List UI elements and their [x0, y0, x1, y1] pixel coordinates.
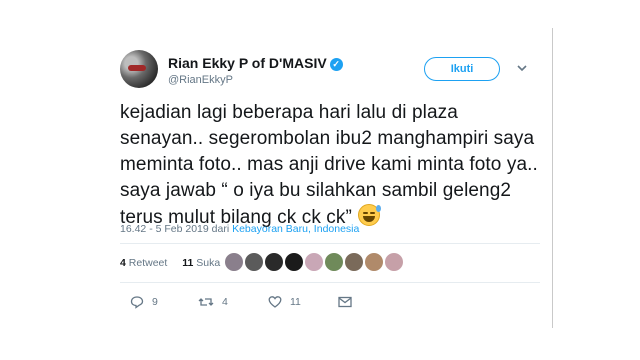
liker-avatar-8[interactable]: [364, 252, 384, 272]
author-name[interactable]: Rian Ekky P of D'MASIV: [168, 55, 327, 71]
divider: [120, 243, 540, 244]
tweet-actions: 9 4 11: [120, 292, 540, 312]
tweet-text: kejadian lagi beberapa hari lalu di plaz…: [120, 102, 538, 228]
retweet-button[interactable]: 4: [198, 292, 228, 312]
retweet-stat-label: Retweet: [128, 257, 168, 269]
tweet-metadata: 16.42 - 5 Feb 2019 dari Kebayoran Baru, …: [120, 223, 359, 235]
tweet-timestamp[interactable]: 16.42 - 5 Feb 2019: [120, 223, 209, 235]
like-stat-label: Suka: [196, 257, 221, 269]
like-button[interactable]: 11: [268, 292, 301, 312]
tweet-stats: 4 Retweet 11 Suka: [120, 257, 220, 269]
direct-message-button[interactable]: [338, 292, 360, 312]
retweet-stat[interactable]: 4 Retweet: [120, 257, 167, 269]
follow-button[interactable]: Ikuti: [424, 57, 500, 81]
tweet-card: Rian Ekky P of D'MASIV ✓ @RianEkkyP Ikuti…: [106, 44, 546, 309]
author-avatar[interactable]: [120, 50, 158, 88]
liker-avatar-2[interactable]: [244, 252, 264, 272]
reply-button[interactable]: 9: [130, 292, 158, 312]
reply-count: 9: [152, 296, 158, 308]
liker-avatar-1[interactable]: [224, 252, 244, 272]
author-name-line[interactable]: Rian Ekky P of D'MASIV ✓: [168, 55, 343, 71]
liker-avatar-9[interactable]: [384, 252, 404, 272]
liker-avatar-6[interactable]: [324, 252, 344, 272]
liker-avatar-5[interactable]: [304, 252, 324, 272]
retweet-count: 4: [120, 257, 126, 269]
like-count: 11: [182, 257, 194, 269]
heart-icon: [268, 296, 282, 308]
chevron-down-icon[interactable]: [516, 63, 528, 73]
from-word: dari: [211, 223, 230, 235]
like-stat[interactable]: 11 Suka: [182, 257, 220, 269]
reply-icon: [130, 296, 144, 309]
author-handle[interactable]: @RianEkkyP: [168, 74, 233, 86]
tweet-location-link[interactable]: Kebayoran Baru, Indonesia: [232, 223, 359, 235]
retweet-action-count: 4: [222, 296, 228, 308]
divider: [120, 282, 540, 283]
verified-badge-icon: ✓: [329, 58, 343, 71]
tweet-text-container: kejadian lagi beberapa hari lalu di plaz…: [120, 100, 540, 231]
tweet-header: Rian Ekky P of D'MASIV ✓ @RianEkkyP Ikuti: [106, 44, 546, 94]
like-action-count: 11: [290, 296, 301, 308]
liker-avatar-7[interactable]: [344, 252, 364, 272]
liker-avatar-4[interactable]: [284, 252, 304, 272]
grinning-sweat-emoji-icon: [357, 204, 381, 226]
liker-avatar-3[interactable]: [264, 252, 284, 272]
envelope-icon: [338, 296, 352, 308]
page-divider-line: [552, 28, 553, 328]
retweet-icon: [198, 298, 214, 306]
